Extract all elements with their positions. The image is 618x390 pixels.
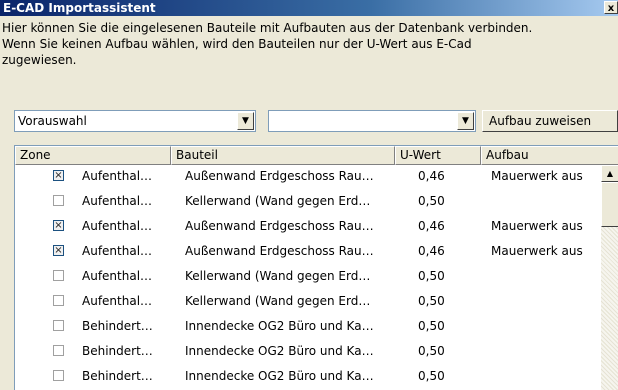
bauteil-cell: Außenwand Erdgeschoss Rau…	[185, 219, 374, 233]
chevron-down-icon[interactable]: ▼	[237, 112, 254, 130]
zone-cell: Aufenthal…	[82, 169, 153, 183]
assign-construction-button[interactable]: Aufbau zuweisen	[482, 110, 618, 132]
zone-cell: Aufenthal…	[82, 219, 153, 233]
aufbau-cell	[491, 316, 599, 336]
description-line: zugewiesen.	[2, 53, 77, 67]
table-row[interactable]: Aufenthal… Kellerwand (Wand gegen Erd… 0,5…	[15, 266, 600, 286]
aufbau-cell: Mauerwerk aus	[491, 169, 583, 183]
zone-cell: Aufenthal…	[82, 244, 153, 258]
uwert-cell: 0,46	[418, 219, 445, 233]
table-row[interactable]: × Aufenthal… Außenwand Erdgeschoss Rau… 0,4…	[15, 216, 600, 236]
column-header-uwert[interactable]: U-Wert	[395, 146, 481, 165]
table-row[interactable]: × Aufenthal… Außenwand Erdgeschoss Rau… 0,4…	[15, 241, 600, 261]
scroll-up-button[interactable]: ▲	[601, 165, 618, 182]
aufbau-cell	[491, 341, 599, 361]
components-list[interactable]: Zone Bauteil U-Wert Aufbau × Aufenthal… Au…	[14, 145, 618, 390]
column-header-zone[interactable]: Zone	[15, 146, 171, 165]
zone-cell: Behindert…	[82, 344, 153, 358]
description-line: Hier können Sie die eingelesenen Bauteil…	[2, 21, 533, 35]
bauteil-cell: Kellerwand (Wand gegen Erd…	[185, 269, 371, 283]
row-checkbox[interactable]	[53, 345, 64, 356]
row-checkbox[interactable]	[53, 270, 64, 281]
uwert-cell: 0,50	[418, 269, 445, 283]
uwert-cell: 0,50	[418, 369, 445, 383]
row-checkbox[interactable]	[53, 195, 64, 206]
zone-cell: Aufenthal…	[82, 194, 153, 208]
zone-cell: Behindert…	[82, 369, 153, 383]
aufbau-cell	[491, 266, 599, 286]
uwert-cell: 0,50	[418, 344, 445, 358]
bauteil-cell: Innendecke OG2 Büro und Ka…	[185, 319, 374, 333]
bauteil-cell: Kellerwand (Wand gegen Erd…	[185, 194, 371, 208]
row-checkbox[interactable]: ×	[53, 220, 64, 231]
uwert-cell: 0,50	[418, 194, 445, 208]
uwert-cell: 0,46	[418, 244, 445, 258]
preselect-dropdown[interactable]: Vorauswahl ▼	[14, 110, 256, 132]
bauteil-cell: Innendecke OG2 Büro und Ka…	[185, 344, 374, 358]
aufbau-cell: Mauerwerk aus	[491, 219, 583, 233]
aufbau-cell: Mauerwerk aus	[491, 244, 583, 258]
aufbau-cell	[491, 191, 599, 211]
close-button[interactable]: x	[604, 1, 618, 14]
zone-cell: Behindert…	[82, 319, 153, 333]
row-checkbox[interactable]	[53, 370, 64, 381]
row-checkbox[interactable]	[53, 320, 64, 331]
bauteil-cell: Außenwand Erdgeschoss Rau…	[185, 244, 374, 258]
row-checkbox[interactable]	[53, 295, 64, 306]
uwert-cell: 0,46	[418, 169, 445, 183]
bauteil-cell: Kellerwand (Wand gegen Erd…	[185, 294, 371, 308]
aufbau-cell	[491, 366, 599, 386]
table-row[interactable]: Behindert… Innendecke OG2 Büro und Ka… 0,5…	[15, 316, 600, 336]
row-checkbox[interactable]: ×	[53, 170, 64, 181]
column-header-aufbau[interactable]: Aufbau	[481, 146, 618, 165]
table-row[interactable]: Aufenthal… Kellerwand (Wand gegen Erd… 0,5…	[15, 291, 600, 311]
list-header: Zone Bauteil U-Wert Aufbau	[15, 146, 618, 165]
zone-cell: Aufenthal…	[82, 269, 153, 283]
title-bar: E-CAD Importassistent x	[0, 0, 618, 16]
uwert-cell: 0,50	[418, 294, 445, 308]
column-header-bauteil[interactable]: Bauteil	[171, 146, 395, 165]
chevron-down-icon[interactable]: ▼	[457, 112, 474, 130]
description-text: Hier können Sie die eingelesenen Bauteil…	[2, 20, 614, 68]
vertical-scrollbar[interactable]: ▲	[601, 165, 618, 390]
zone-cell: Aufenthal…	[82, 294, 153, 308]
table-row[interactable]: Behindert… Innendecke OG2 Büro und Ka… 0,5…	[15, 366, 600, 386]
aufbau-cell	[491, 291, 599, 311]
scrollbar-thumb[interactable]	[601, 182, 618, 227]
window-title: E-CAD Importassistent	[3, 1, 156, 15]
construction-dropdown[interactable]: ▼	[268, 110, 476, 132]
uwert-cell: 0,50	[418, 319, 445, 333]
bauteil-cell: Außenwand Erdgeschoss Rau…	[185, 169, 374, 183]
row-checkbox[interactable]: ×	[53, 245, 64, 256]
description-line: Wenn Sie keinen Aufbau wählen, wird den …	[2, 37, 472, 51]
table-row[interactable]: Aufenthal… Kellerwand (Wand gegen Erd… 0,5…	[15, 191, 600, 211]
preselect-value: Vorauswahl	[18, 114, 87, 128]
table-row[interactable]: Behindert… Innendecke OG2 Büro und Ka… 0,5…	[15, 341, 600, 361]
table-row[interactable]: × Aufenthal… Außenwand Erdgeschoss Rau… 0,4…	[15, 166, 600, 186]
bauteil-cell: Innendecke OG2 Büro und Ka…	[185, 369, 374, 383]
